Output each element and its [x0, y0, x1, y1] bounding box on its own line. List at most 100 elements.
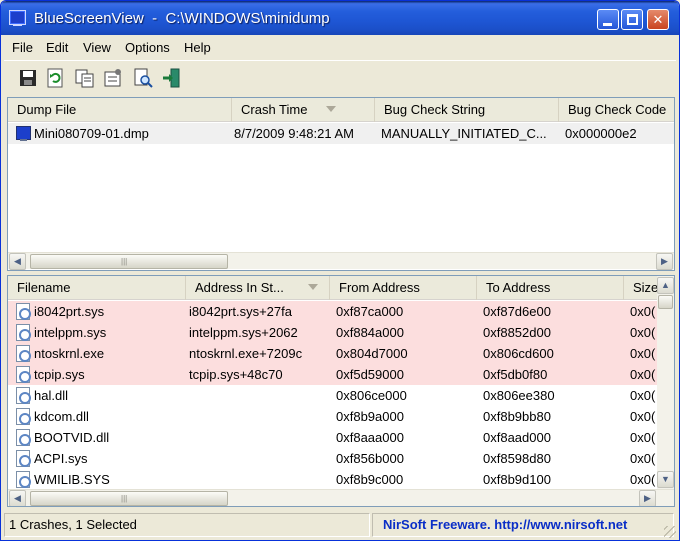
driver-file-icon	[16, 303, 31, 320]
sort-arrow-icon	[308, 284, 318, 290]
refresh-icon	[47, 68, 63, 88]
status-bar: 1 Crashes, 1 Selected NirSoft Freeware. …	[4, 511, 676, 538]
driver-file-icon	[16, 429, 31, 446]
column-from-address[interactable]: From Address	[330, 276, 477, 300]
scroll-left-icon[interactable]: ◀	[9, 490, 26, 506]
driver-address-in-stack	[189, 427, 329, 448]
driver-row[interactable]: WMILIB.SYS 0xf8b9c000 0xf8b9d100 0x0(	[8, 469, 657, 490]
menu-file[interactable]: File	[12, 40, 33, 55]
maximize-icon	[627, 14, 638, 25]
driver-from-address: 0xf856b000	[336, 451, 404, 466]
driver-row[interactable]: i8042prt.sys i8042prt.sys+27fa 0xf87ca000 0…	[8, 301, 657, 322]
driver-row[interactable]: ACPI.sys 0xf856b000 0xf8598d80 0x0(	[8, 448, 657, 469]
scroll-right-icon[interactable]: ▶	[639, 490, 656, 506]
driver-from-address: 0x806ce000	[336, 388, 407, 403]
driver-row[interactable]: ntoskrnl.exe ntoskrnl.exe+7209c 0x804d7000…	[8, 343, 657, 364]
driver-size: 0x0(	[630, 304, 656, 319]
driver-from-address: 0xf87ca000	[336, 304, 404, 319]
main-window: BlueScreenView - C:\WINDOWS\minidump ✕ F…	[0, 0, 680, 541]
column-crash-time[interactable]: Crash Time	[232, 98, 375, 122]
column-bug-check-code[interactable]: Bug Check Code	[559, 98, 674, 122]
driver-size: 0x0(	[630, 451, 656, 466]
driver-filename: WMILIB.SYS	[34, 472, 110, 487]
driver-to-address: 0xf87d6e00	[483, 304, 551, 319]
driver-to-address: 0xf8b9bb80	[483, 409, 551, 424]
driver-from-address: 0xf8b9a000	[336, 409, 404, 424]
scroll-down-icon[interactable]: ▼	[657, 471, 674, 488]
status-crash-count: 1 Crashes, 1 Selected	[4, 513, 370, 537]
scroll-right-icon[interactable]: ▶	[656, 253, 673, 270]
dump-list-pane: Dump File Crash Time Bug Check String Bu…	[7, 97, 675, 271]
driver-filename: tcpip.sys	[34, 367, 85, 382]
menu-view[interactable]: View	[83, 40, 111, 55]
driver-file-icon	[16, 366, 31, 383]
copy-button[interactable]	[74, 67, 96, 89]
resize-grip-icon[interactable]	[664, 526, 676, 538]
copy-icon	[75, 69, 94, 88]
sort-arrow-icon	[326, 106, 336, 112]
driver-list-hscrollbar[interactable]: ◀ ||| ▶	[8, 489, 674, 506]
driver-row[interactable]: BOOTVID.dll 0xf8aaa000 0xf8aad000 0x0(	[8, 427, 657, 448]
dump-file-icon	[16, 126, 31, 141]
driver-to-address: 0xf8852d00	[483, 325, 551, 340]
driver-file-icon	[16, 408, 31, 425]
grip-icon: |||	[121, 257, 128, 266]
dump-row[interactable]: Mini080709-01.dmp 8/7/2009 9:48:21 AM MA…	[8, 123, 674, 144]
driver-row[interactable]: hal.dll 0x806ce000 0x806ee380 0x0(	[8, 385, 657, 406]
driver-filename: ntoskrnl.exe	[34, 346, 105, 361]
dump-list-header: Dump File Crash Time Bug Check String Bu…	[8, 98, 674, 122]
driver-size: 0x0(	[630, 388, 656, 403]
column-dump-file[interactable]: Dump File	[8, 98, 232, 122]
driver-from-address: 0x804d7000	[336, 346, 408, 361]
driver-filename: i8042prt.sys	[34, 304, 105, 319]
dump-list-hscroll-thumb[interactable]: |||	[30, 254, 228, 269]
dump-bug-check-string: MANUALLY_INITIATED_C...	[381, 126, 547, 141]
driver-row[interactable]: intelppm.sys intelppm.sys+2062 0xf884a000 0…	[8, 322, 657, 343]
find-button[interactable]	[132, 67, 154, 89]
close-button[interactable]: ✕	[647, 9, 669, 30]
driver-list-hscroll-thumb[interactable]: |||	[30, 491, 228, 506]
minimize-button[interactable]	[597, 9, 619, 30]
dump-list-hscrollbar[interactable]: ◀ ||| ▶	[8, 252, 674, 270]
app-icon	[9, 10, 26, 26]
driver-filename: hal.dll	[34, 388, 68, 403]
column-to-address[interactable]: To Address	[477, 276, 624, 300]
column-filename[interactable]: Filename	[8, 276, 186, 300]
properties-icon	[104, 69, 121, 87]
scroll-left-icon[interactable]: ◀	[9, 253, 26, 270]
driver-to-address: 0x806ee380	[483, 388, 555, 403]
save-button[interactable]	[17, 67, 39, 89]
window-title: BlueScreenView - C:\WINDOWS\minidump	[34, 10, 330, 27]
column-crash-time-label: Crash Time	[241, 102, 308, 117]
driver-size: 0x0(	[630, 472, 656, 487]
maximize-button[interactable]	[621, 9, 643, 30]
driver-from-address: 0xf8b9c000	[336, 472, 404, 487]
refresh-button[interactable]	[44, 67, 66, 89]
driver-list-vscroll-thumb[interactable]	[658, 295, 673, 309]
title-bar[interactable]: BlueScreenView - C:\WINDOWS\minidump ✕	[1, 1, 679, 35]
driver-address-in-stack: intelppm.sys+2062	[189, 325, 298, 340]
column-bug-check-string[interactable]: Bug Check String	[375, 98, 559, 122]
driver-address-in-stack	[189, 469, 329, 490]
nirsoft-link[interactable]: NirSoft Freeware. http://www.nirsoft.net	[372, 513, 674, 537]
properties-button[interactable]	[102, 67, 124, 89]
driver-address-in-stack: i8042prt.sys+27fa	[189, 304, 292, 319]
driver-row[interactable]: tcpip.sys tcpip.sys+48c70 0xf5d59000 0xf5db…	[8, 364, 657, 385]
driver-to-address: 0xf8598d80	[483, 451, 551, 466]
grip-icon: |||	[121, 494, 128, 503]
driver-size: 0x0(	[630, 367, 656, 382]
driver-from-address: 0xf8aaa000	[336, 430, 404, 445]
menu-help[interactable]: Help	[184, 40, 211, 55]
menu-bar: File Edit View Options Help	[4, 35, 676, 59]
minimize-icon	[603, 23, 612, 26]
driver-address-in-stack	[189, 385, 329, 406]
scroll-up-icon[interactable]: ▲	[657, 277, 674, 294]
driver-size: 0x0(	[630, 346, 656, 361]
menu-edit[interactable]: Edit	[46, 40, 68, 55]
driver-row[interactable]: kdcom.dll 0xf8b9a000 0xf8b9bb80 0x0(	[8, 406, 657, 427]
driver-size: 0x0(	[630, 325, 656, 340]
exit-button[interactable]	[160, 67, 182, 89]
menu-options[interactable]: Options	[125, 40, 170, 55]
exit-icon	[163, 68, 180, 88]
driver-list-vscrollbar[interactable]: ▲ ▼	[657, 276, 674, 489]
